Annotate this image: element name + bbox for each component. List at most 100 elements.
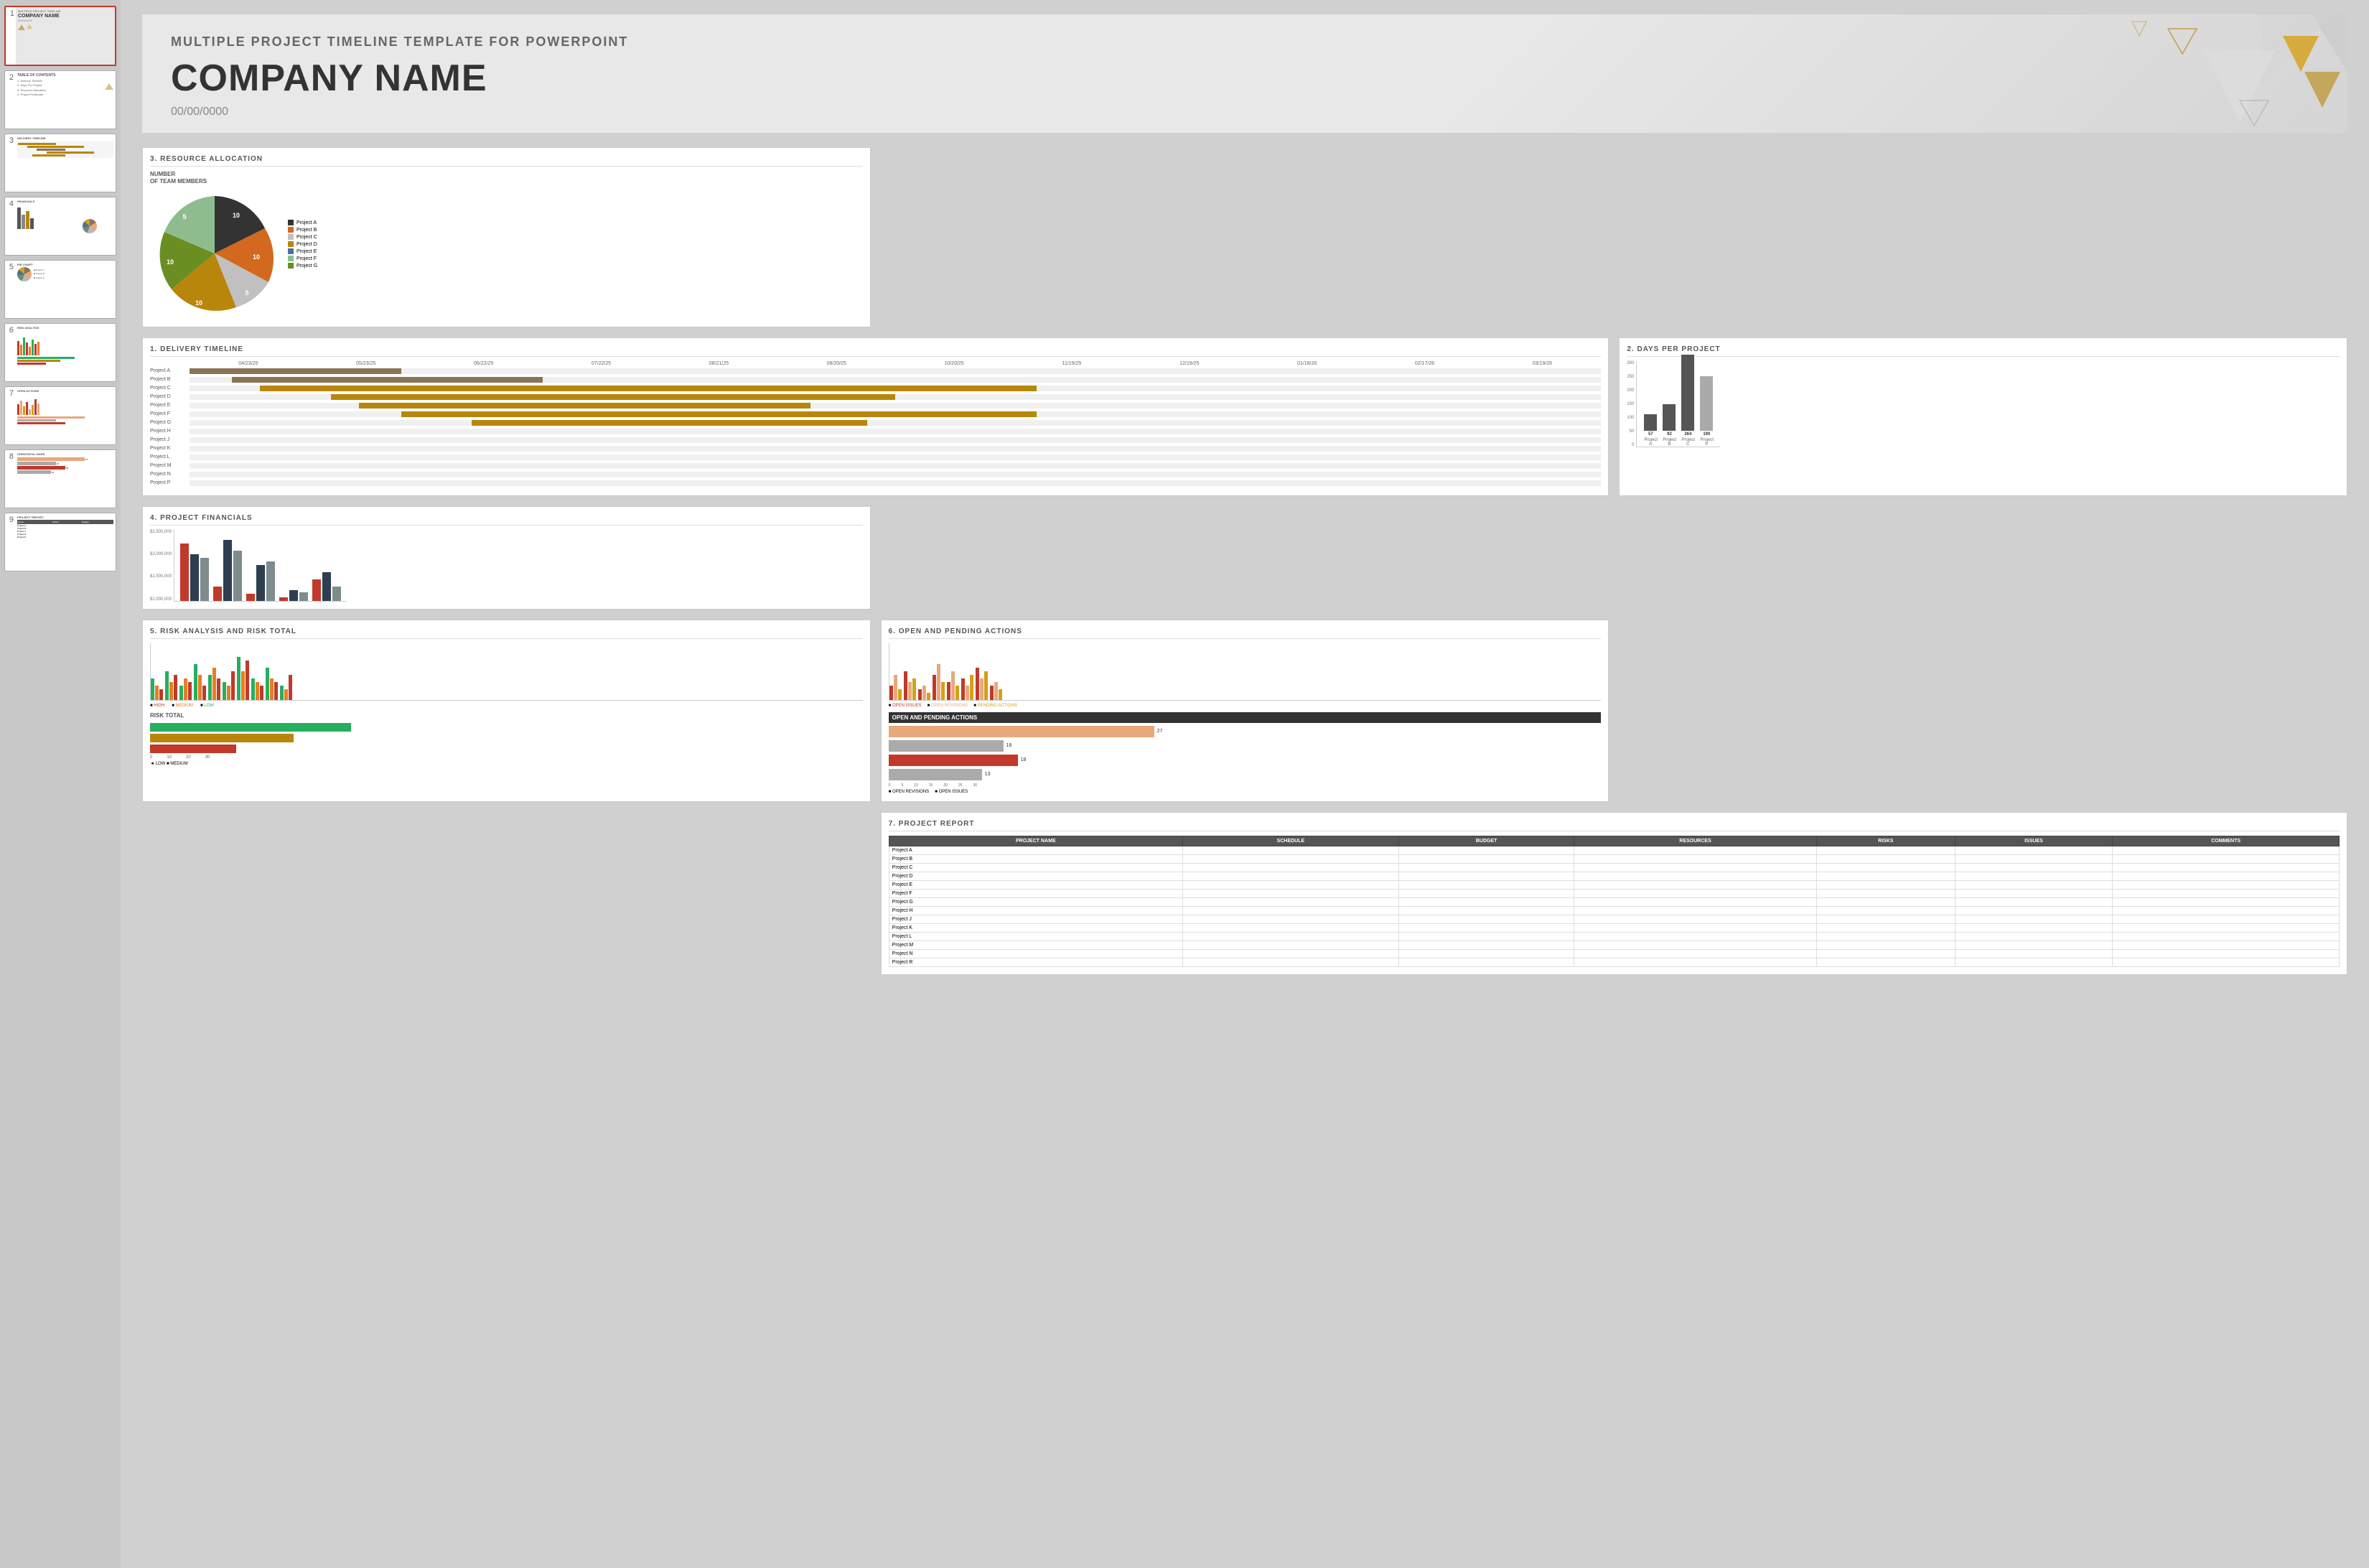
col-budget: BUDGET — [1398, 836, 1574, 846]
low-bar — [179, 686, 183, 700]
actions-x-labels: 0 5 10 15 20 25 30 — [889, 783, 1602, 788]
slide-number-4: 4 — [5, 197, 15, 255]
panels-grid: 1. DELIVERY TIMELINE 04/23/25 05/23/25 0… — [142, 147, 2347, 975]
days-chart: 300 250 200 150 100 50 0 57 Project A — [1627, 361, 2340, 447]
slide-number-5: 5 — [5, 261, 15, 318]
risk-group — [251, 678, 263, 700]
action-group — [918, 686, 930, 700]
pie-svg: 10 10 5 10 10 5 — [150, 189, 279, 318]
high-bar — [217, 678, 220, 700]
slide-thumb-2[interactable]: 2 TABLE OF CONTENTS 1. Delivery Timeline… — [4, 70, 116, 129]
high-bar — [188, 682, 192, 700]
table-row: Project J — [889, 915, 2339, 923]
slide-number-6: 6 — [5, 324, 15, 381]
pie-chart: NUMBEROF TEAM MEMBERS 10 10 5 10 — [150, 171, 279, 319]
action-bar-row: 18 — [889, 755, 1602, 766]
action-bar-fill — [889, 769, 982, 780]
gantt-row: Project D — [150, 393, 1601, 401]
col-resources: RESOURCES — [1574, 836, 1817, 846]
slide-thumb-3[interactable]: 3 DELIVERY TIMELINE — [4, 134, 116, 192]
action-group — [933, 664, 945, 700]
med-bar — [284, 689, 288, 700]
legend-item: Project F — [288, 256, 317, 261]
title-slide: MULTIPLE PROJECT TIMELINE TEMPLATE FOR P… — [142, 14, 2347, 133]
slide-thumb-1[interactable]: 1 MULTIPLE PROJECT TIMELINE COMPANY NAME… — [4, 6, 116, 66]
bar — [322, 572, 331, 601]
slide-thumb-7[interactable]: 7 OPEN ACTIONS — [4, 386, 116, 445]
slide-preview-1: MULTIPLE PROJECT TIMELINE COMPANY NAME 0… — [16, 7, 115, 65]
gantt-row: Project A — [150, 368, 1601, 375]
gantt-row: Project B — [150, 376, 1601, 383]
high-bar — [202, 686, 206, 700]
slide-number-3: 3 — [5, 134, 15, 192]
bar — [1644, 414, 1657, 431]
slide-number-7: 7 — [5, 387, 15, 444]
slide-preview-3: DELIVERY TIMELINE — [15, 134, 116, 192]
financials-bar-group — [279, 590, 308, 601]
slide-thumb-6[interactable]: 6 RISK ANALYSIS — [4, 323, 116, 382]
slide-preview-7: OPEN ACTIONS — [15, 387, 116, 444]
risk-group — [237, 657, 249, 700]
table-row: Project G — [889, 897, 2339, 906]
slide-thumb-5[interactable]: 5 PIE CHART ■ Project A■ Project B■ Proj… — [4, 260, 116, 319]
risk-total-section: RISK TOTAL 0 10 20 30 — [150, 712, 863, 766]
med-bar — [155, 686, 159, 700]
action-group — [889, 675, 902, 700]
bar — [246, 594, 255, 601]
slide-number-8: 8 — [5, 450, 15, 508]
action-bar-fill — [889, 726, 1154, 737]
table-row: Project L — [889, 932, 2339, 941]
company-name: COMPANY NAME — [171, 57, 2319, 100]
panel-days-per-project: 2. DAYS PER PROJECT 300 250 200 150 100 … — [1619, 337, 2347, 496]
risk-group — [151, 678, 163, 700]
slide-thumb-4[interactable]: 4 FINANCIALS — [4, 197, 116, 256]
bar — [233, 551, 242, 601]
col-risks: RISKS — [1817, 836, 1956, 846]
svg-text:10: 10 — [195, 299, 202, 307]
project-report-table: PROJECT NAME SCHEDULE BUDGET RESOURCES R… — [889, 836, 2340, 967]
bar — [1663, 404, 1676, 431]
slide-preview-9: PROJECT REPORT NameSchedBudget Project A… — [15, 513, 116, 571]
gantt-row: Project E — [150, 402, 1601, 409]
bar-group-b: 92 Project B — [1663, 404, 1676, 447]
col-issues: ISSUES — [1955, 836, 2113, 846]
panel2-title: 2. DAYS PER PROJECT — [1627, 345, 2340, 357]
bar — [332, 587, 341, 601]
risk-group — [194, 664, 206, 700]
low-bar — [151, 678, 154, 700]
bar — [299, 592, 308, 601]
svg-text:5: 5 — [182, 213, 186, 220]
table-row: Project C — [889, 863, 2339, 872]
bar — [1700, 376, 1713, 431]
bar-group-d: 190 Project P — [1700, 376, 1713, 447]
panel-open-actions: 6. OPEN AND PENDING ACTIONS — [881, 620, 1609, 802]
table-row: Project H — [889, 906, 2339, 915]
main-content: MULTIPLE PROJECT TIMELINE TEMPLATE FOR P… — [121, 0, 2369, 1568]
slide-preview-8: HORIZONTAL BARS 27 16 18 — [15, 450, 116, 508]
panel-resource-allocation: 3. RESOURCE ALLOCATION NUMBEROF TEAM MEM… — [142, 147, 871, 327]
med-bar — [256, 682, 259, 700]
slide-preview-5: PIE CHART ■ Project A■ Project B■ Projec… — [15, 261, 116, 318]
risk-legend: ■ HIGH ■ MEDIUM ■ LOW — [150, 704, 863, 708]
slide-thumb-9[interactable]: 9 PROJECT REPORT NameSchedBudget Project… — [4, 513, 116, 571]
bar — [312, 579, 321, 601]
table-row: Project R — [889, 958, 2339, 966]
financials-chart: $2,500,000 $2,000,000 $1,500,000 $1,000,… — [150, 530, 863, 602]
svg-text:10: 10 — [167, 258, 174, 266]
high-bar — [260, 686, 263, 700]
risk-total-legend: ◄ LOW ■ MEDIUM — [150, 762, 863, 766]
high-bar — [246, 661, 249, 700]
bar — [190, 554, 199, 601]
action-group — [947, 671, 959, 700]
actions-bottom-legend: ■ OPEN REVISIONS ■ OPEN ISSUES — [889, 790, 1602, 794]
table-row: Project K — [889, 923, 2339, 932]
slide-thumb-8[interactable]: 8 HORIZONTAL BARS 27 16 18 — [4, 449, 116, 508]
action-group — [961, 675, 973, 700]
gantt-row: Project G — [150, 419, 1601, 426]
action-bar-fill — [889, 740, 1004, 752]
financials-y-labels: $2,500,000 $2,000,000 $1,500,000 $1,000,… — [150, 530, 172, 602]
action-bar-row: 27 — [889, 726, 1602, 737]
risk-total-row-high — [150, 745, 863, 753]
table-row: Project M — [889, 941, 2339, 949]
low-bar — [280, 686, 284, 700]
